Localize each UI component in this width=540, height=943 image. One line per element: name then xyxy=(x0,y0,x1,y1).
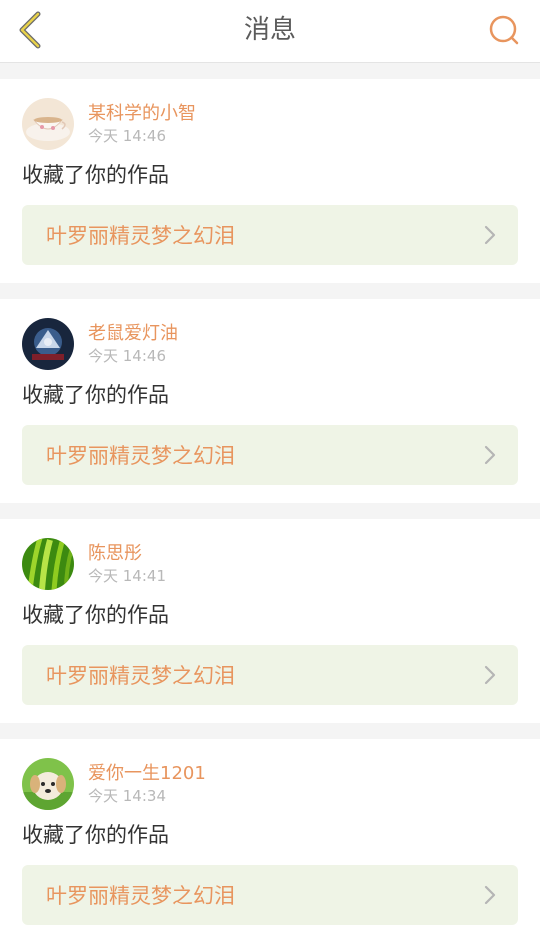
work-link[interactable]: 叶罗丽精灵梦之幻泪 xyxy=(22,865,518,925)
top-bar: 消息 xyxy=(0,0,540,63)
notification-card: 某科学的小智 今天 14:46 收藏了你的作品 叶罗丽精灵梦之幻泪 xyxy=(0,79,540,283)
action-text: 收藏了你的作品 xyxy=(22,823,169,847)
timestamp: 今天 14:46 xyxy=(88,127,166,145)
action-text: 收藏了你的作品 xyxy=(22,603,169,627)
user-row: 老鼠爱灯油 今天 14:46 xyxy=(22,317,518,371)
work-title: 叶罗丽精灵梦之幻泪 xyxy=(46,664,235,688)
search-button[interactable] xyxy=(486,12,522,48)
work-title: 叶罗丽精灵梦之幻泪 xyxy=(46,444,235,468)
notification-card: 爱你一生1201 今天 14:34 收藏了你的作品 叶罗丽精灵梦之幻泪 xyxy=(0,739,540,943)
work-title: 叶罗丽精灵梦之幻泪 xyxy=(46,224,235,248)
back-button[interactable] xyxy=(10,8,50,52)
username[interactable]: 某科学的小智 xyxy=(88,102,196,126)
chevron-left-icon xyxy=(19,11,41,49)
action-text: 收藏了你的作品 xyxy=(22,163,169,187)
timestamp: 今天 14:34 xyxy=(88,787,166,805)
grass-avatar-icon xyxy=(22,538,74,590)
teacup-avatar-icon xyxy=(22,98,74,150)
chevron-right-icon xyxy=(482,445,498,465)
dark-poster-avatar-icon xyxy=(22,318,74,370)
search-icon xyxy=(489,15,519,45)
avatar[interactable] xyxy=(22,98,74,150)
username[interactable]: 老鼠爱灯油 xyxy=(88,322,178,346)
chevron-right-icon xyxy=(482,225,498,245)
timestamp: 今天 14:46 xyxy=(88,347,166,365)
page-title: 消息 xyxy=(243,15,296,45)
username[interactable]: 爱你一生1201 xyxy=(88,762,206,786)
puppy-avatar-icon xyxy=(22,758,74,810)
action-text: 收藏了你的作品 xyxy=(22,383,169,407)
chevron-right-icon xyxy=(482,665,498,685)
user-row: 爱你一生1201 今天 14:34 xyxy=(22,757,518,811)
avatar[interactable] xyxy=(22,538,74,590)
avatar[interactable] xyxy=(22,318,74,370)
work-title: 叶罗丽精灵梦之幻泪 xyxy=(46,884,235,908)
chevron-right-icon xyxy=(482,885,498,905)
notification-card: 老鼠爱灯油 今天 14:46 收藏了你的作品 叶罗丽精灵梦之幻泪 xyxy=(0,299,540,503)
user-row: 某科学的小智 今天 14:46 xyxy=(22,97,518,151)
timestamp: 今天 14:41 xyxy=(88,567,166,585)
notification-list: 某科学的小智 今天 14:46 收藏了你的作品 叶罗丽精灵梦之幻泪 老鼠爱灯油 … xyxy=(0,63,540,943)
avatar[interactable] xyxy=(22,758,74,810)
work-link[interactable]: 叶罗丽精灵梦之幻泪 xyxy=(22,645,518,705)
notification-card: 陈思彤 今天 14:41 收藏了你的作品 叶罗丽精灵梦之幻泪 xyxy=(0,519,540,723)
user-row: 陈思彤 今天 14:41 xyxy=(22,537,518,591)
work-link[interactable]: 叶罗丽精灵梦之幻泪 xyxy=(22,425,518,485)
username[interactable]: 陈思彤 xyxy=(88,542,166,566)
work-link[interactable]: 叶罗丽精灵梦之幻泪 xyxy=(22,205,518,265)
